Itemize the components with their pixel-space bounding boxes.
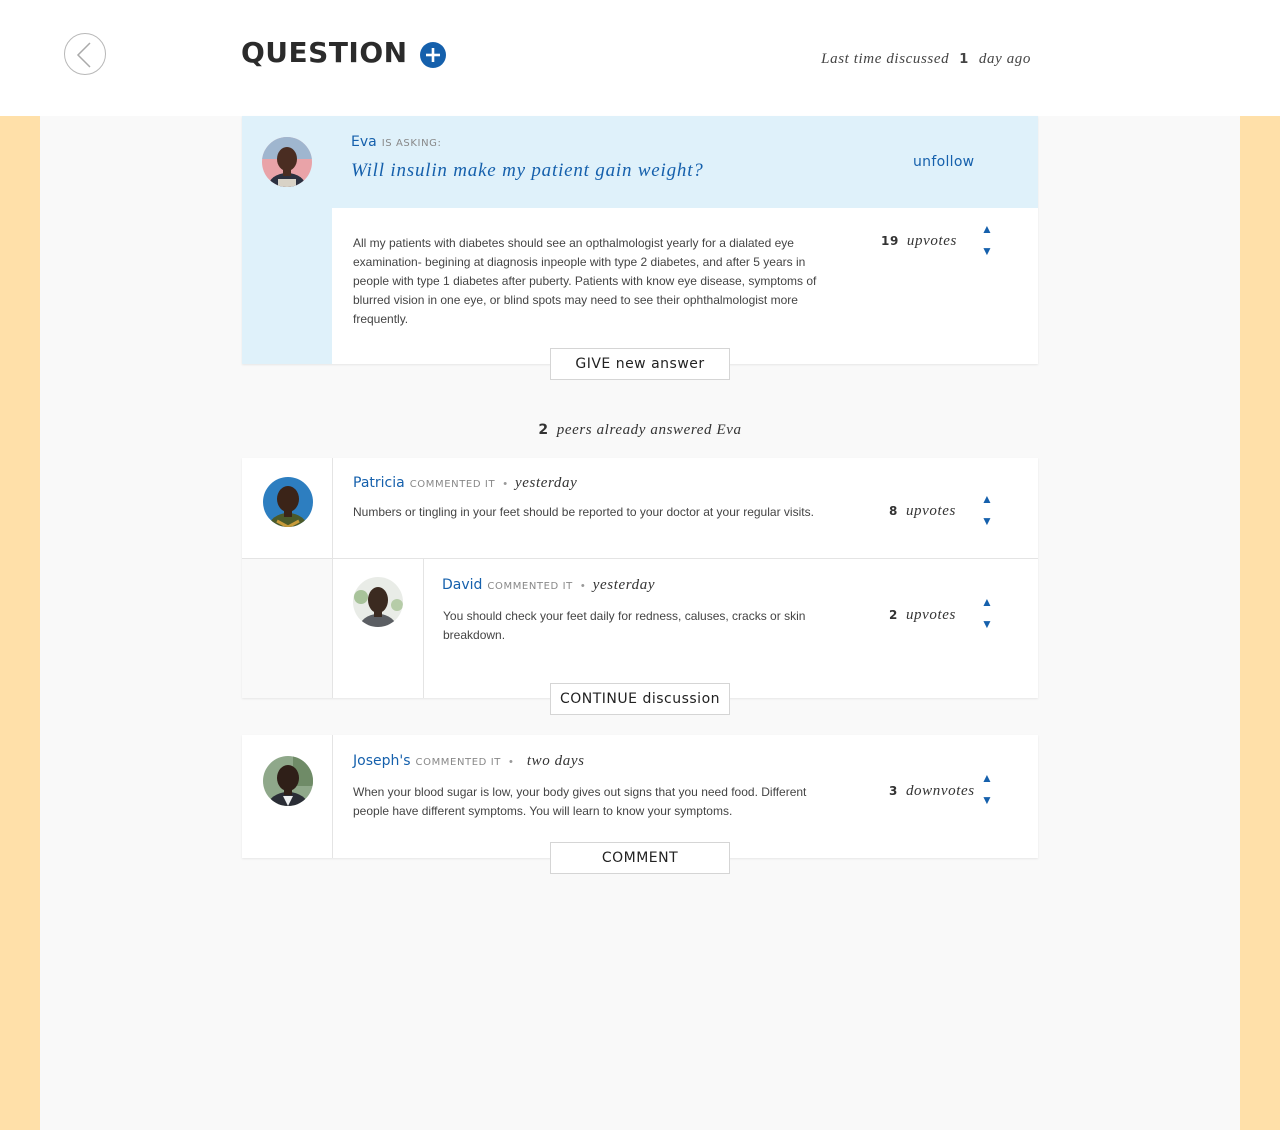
last-discussed-suffix: day ago [978, 51, 1031, 67]
last-discussed: Last time discussed 1 day ago [821, 51, 1031, 68]
reply-byline: David COMMENTED IT • yesterday [442, 576, 655, 594]
answer-author[interactable]: Patricia [353, 475, 405, 491]
reply-vote-arrows: ▲ ▼ [980, 596, 994, 630]
last-discussed-value: 1 [959, 52, 969, 67]
upvote-icon[interactable]: ▲ [980, 596, 994, 608]
question-byline: Eva IS ASKING: [351, 133, 442, 151]
give-new-answer-button[interactable]: GIVE new answer [550, 348, 730, 380]
answer-tag: COMMENTED IT [409, 479, 496, 490]
reply-vote-label: upvotes [905, 607, 956, 623]
question-vote-arrows: ▲ ▼ [980, 223, 994, 257]
continue-discussion-button[interactable]: CONTINUE discussion [550, 683, 730, 715]
question-votes: 19 upvotes [881, 233, 957, 250]
question-header: Eva IS ASKING: Will insulin make my patie… [332, 116, 1038, 208]
comment-button[interactable]: COMMENT [550, 842, 730, 874]
downvote-icon[interactable]: ▼ [980, 515, 994, 527]
column-divider [332, 735, 333, 858]
page-title: QUESTION [241, 36, 408, 69]
peers-answered-line: 2 peers already answered Eva [0, 422, 1280, 439]
reply-vote-count: 2 [889, 608, 898, 622]
column-divider [332, 458, 333, 558]
upvote-icon[interactable]: ▲ [980, 772, 994, 784]
question-tag: IS ASKING: [381, 138, 442, 149]
answer-byline: Patricia COMMENTED IT • yesterday [353, 474, 577, 492]
question-body: All my patients with diabetes should see… [353, 236, 817, 326]
answer-body: Numbers or tingling in your feet should … [353, 505, 814, 519]
reply-votes: 2 upvotes [889, 607, 956, 624]
back-button[interactable] [64, 33, 106, 75]
question-vote-label: upvotes [906, 233, 957, 249]
row-divider [242, 558, 1038, 559]
page-header: QUESTION Last time discussed 1 day ago [0, 0, 1280, 116]
downvote-icon[interactable]: ▼ [980, 245, 994, 257]
answer-card: Patricia COMMENTED IT • yesterday Numbers o… [242, 458, 1038, 698]
unfollow-button[interactable]: unfollow [913, 154, 974, 170]
answer-votes: 8 upvotes [889, 503, 956, 520]
upvote-icon[interactable]: ▲ [980, 223, 994, 235]
answer-vote-label: downvotes [905, 783, 975, 799]
downvote-icon[interactable]: ▼ [980, 794, 994, 806]
add-question-button[interactable] [420, 42, 446, 68]
answer-time: yesterday [515, 475, 578, 491]
answer-body: When your blood sugar is low, your body … [353, 785, 807, 818]
reply-indent-space [242, 559, 332, 698]
peers-text: peers already answered Eva [556, 422, 742, 438]
last-discussed-prefix: Last time discussed [821, 51, 950, 67]
answer-author[interactable]: Joseph's [353, 753, 411, 769]
answer-vote-label: upvotes [905, 503, 956, 519]
reply-tag: COMMENTED IT [487, 581, 573, 592]
question-vote-count: 19 [881, 234, 899, 248]
question-author[interactable]: Eva [351, 134, 377, 150]
answer-vote-arrows: ▲ ▼ [980, 493, 994, 527]
answer-byline: Joseph's COMMENTED IT • two days [353, 752, 585, 770]
question-card: Eva IS ASKING: Will insulin make my patie… [242, 116, 1038, 364]
question-avatar-column [242, 116, 332, 364]
answer-vote-arrows: ▲ ▼ [980, 772, 994, 806]
column-divider [332, 558, 333, 698]
reply-body: You should check your feet daily for red… [443, 609, 806, 642]
downvote-icon[interactable]: ▼ [980, 618, 994, 630]
avatar-eva [262, 137, 312, 187]
answer-time: two days [526, 753, 585, 769]
avatar-patricia [263, 477, 313, 527]
chevron-left-icon [76, 42, 91, 68]
answer-votes: 3 downvotes [889, 783, 975, 800]
upvote-icon[interactable]: ▲ [980, 493, 994, 505]
plus-icon [426, 48, 440, 62]
question-title: Will insulin make my patient gain weight… [351, 160, 704, 181]
separator-dot: • [580, 580, 585, 592]
answer-vote-count: 3 [889, 784, 898, 798]
reply-time: yesterday [592, 577, 656, 593]
reply-author[interactable]: David [442, 577, 482, 593]
separator-dot: • [509, 756, 513, 768]
column-divider [423, 558, 424, 698]
avatar-joseph [263, 756, 313, 806]
separator-dot: • [503, 478, 508, 490]
answer-vote-count: 8 [889, 504, 898, 518]
answer-card: Joseph's COMMENTED IT • two days When your … [242, 735, 1038, 858]
peers-count: 2 [538, 422, 549, 438]
avatar-david [353, 577, 403, 627]
answer-tag: COMMENTED IT [415, 757, 501, 768]
